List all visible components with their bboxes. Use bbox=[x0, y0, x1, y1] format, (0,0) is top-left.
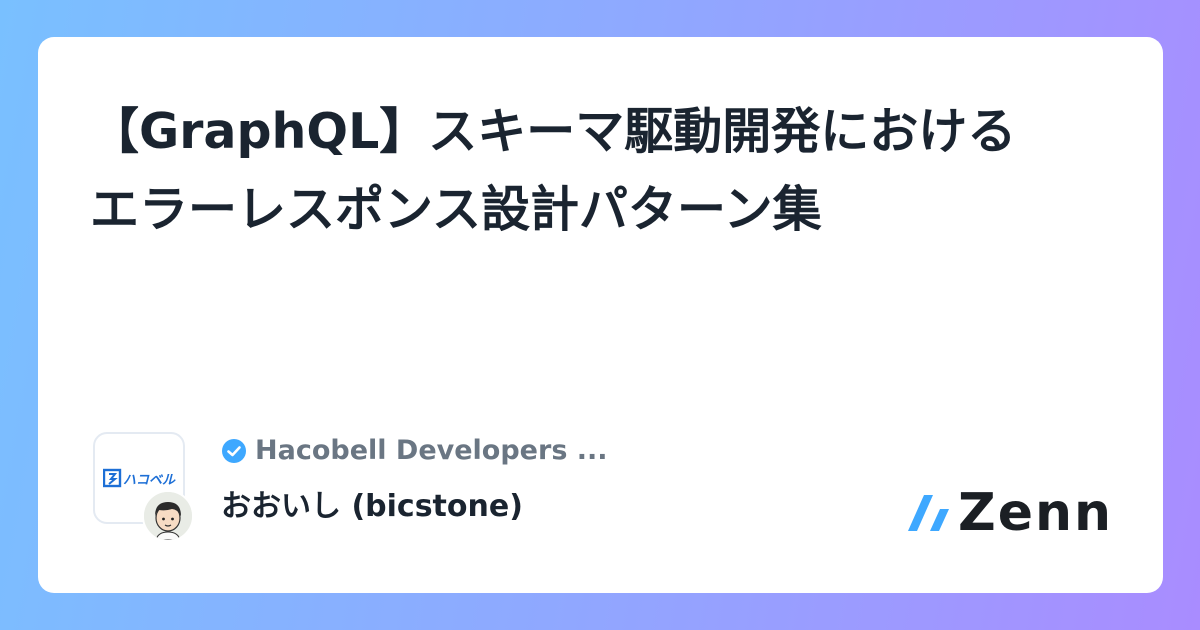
publication-row: Hacobell Developers ... bbox=[221, 435, 608, 466]
hacobell-logo-icon: ハコベル bbox=[103, 468, 176, 488]
author-name: おおいし (bicstone) bbox=[221, 489, 523, 524]
zenn-wordmark: Zenn bbox=[958, 483, 1114, 543]
zenn-logo-icon bbox=[908, 495, 949, 531]
og-card: 【GraphQL】スキーマ駆動開発における エラーレスポンス設計パターン集 ハコ… bbox=[38, 37, 1163, 593]
article-title: 【GraphQL】スキーマ駆動開発における エラーレスポンス設計パターン集 bbox=[90, 93, 1120, 249]
author-avatar bbox=[142, 490, 194, 542]
article-title-line-1: 【GraphQL】スキーマ駆動開発における bbox=[90, 103, 1017, 160]
verified-check-icon bbox=[222, 438, 246, 463]
svg-text:ハコベル: ハコベル bbox=[123, 473, 176, 488]
article-title-line-2: エラーレスポンス設計パターン集 bbox=[90, 181, 822, 238]
zenn-brand: Zenn bbox=[906, 483, 1113, 543]
avatar-face-icon bbox=[144, 492, 192, 540]
publication-name: Hacobell Developers ... bbox=[255, 435, 608, 466]
